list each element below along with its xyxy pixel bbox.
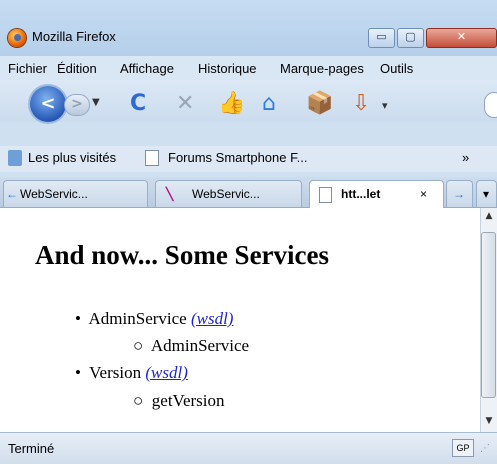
service-item: • AdminService (wsdl)	[75, 309, 233, 329]
home-icon[interactable]: ⌂	[262, 91, 276, 116]
tab-active[interactable]: htt...let ×	[309, 180, 444, 208]
method-item: ○ AdminService	[133, 336, 249, 356]
wsdl-link[interactable]: (wsdl)	[191, 309, 234, 328]
bookmarks-overflow-button[interactable]: »	[462, 150, 469, 165]
resize-grip-icon[interactable]: ⋰	[480, 443, 490, 454]
chevron-down-icon: ▾	[483, 187, 490, 201]
status-badge[interactable]: GP	[452, 439, 474, 457]
bullet-icon: •	[75, 309, 81, 328]
feather-icon: ╲	[166, 187, 174, 201]
tab-arrow-icon: ←	[6, 187, 18, 201]
download-icon[interactable]: 📦	[306, 91, 333, 116]
back-button[interactable]: <	[30, 86, 66, 122]
tab-scroll-right-button[interactable]: →	[446, 180, 473, 207]
minimize-icon: ▭	[376, 30, 387, 43]
service-name: AdminService	[88, 309, 187, 328]
menu-affichage[interactable]: Affichage	[120, 61, 174, 76]
bookmarks-toolbar: Les plus visités Forums Smartphone F... …	[0, 146, 497, 172]
tab-webservices-1[interactable]: ← WebServic...	[3, 180, 148, 207]
scrollbar-thumb[interactable]	[481, 232, 496, 398]
addon-dropdown-icon[interactable]: ▾	[382, 99, 388, 112]
firefox-icon	[8, 29, 26, 47]
bookmarks-icon	[8, 150, 22, 166]
status-text: Terminé	[8, 441, 55, 456]
tab-close-icon[interactable]: ×	[420, 187, 427, 201]
page-icon	[145, 150, 159, 166]
page-icon	[319, 187, 332, 203]
stop-icon[interactable]: ✕	[176, 91, 194, 116]
history-dropdown-icon[interactable]: ▼	[92, 97, 100, 108]
thumbs-up-icon[interactable]: 👍	[218, 91, 245, 116]
circle-bullet-icon: ○	[133, 391, 144, 410]
arrow-right-icon: →	[453, 187, 465, 201]
close-button[interactable]: ✕	[426, 28, 497, 48]
scroll-down-icon[interactable]: ▼	[481, 416, 497, 426]
bookmark-most-visited[interactable]: Les plus visités	[28, 150, 116, 165]
circle-bullet-icon: ○	[133, 336, 144, 355]
maximize-icon: ▢	[405, 30, 416, 43]
menu-bar: Fichier Édition Affichage Historique Mar…	[0, 56, 497, 80]
menu-marque-pages[interactable]: Marque-pages	[280, 61, 364, 76]
menu-outils[interactable]: Outils	[380, 61, 413, 76]
menu-edition[interactable]: Édition	[57, 61, 97, 76]
wsdl-link[interactable]: (wsdl)	[145, 363, 188, 382]
forward-button[interactable]: >	[64, 94, 90, 116]
page-heading: And now... Some Services	[35, 240, 330, 270]
page-content: And now... Some Services • AdminService …	[0, 208, 480, 432]
addon-icon[interactable]: ⇩	[352, 91, 370, 116]
close-icon: ✕	[456, 30, 467, 43]
scroll-up-icon[interactable]: ▲	[481, 211, 497, 221]
menu-fichier[interactable]: Fichier	[8, 61, 47, 76]
tab-list-button[interactable]: ▾	[476, 180, 497, 207]
minimize-button[interactable]: ▭	[368, 28, 395, 48]
back-arrow-icon: <	[40, 93, 56, 114]
tab-webservices-2[interactable]: ╲ WebServic...	[155, 180, 302, 207]
maximize-button[interactable]: ▢	[397, 28, 424, 48]
method-name: AdminService	[150, 336, 250, 355]
url-bar[interactable]	[484, 92, 497, 118]
service-name: Version	[89, 363, 142, 382]
method-name: getVersion	[151, 391, 225, 410]
browser-window: Mozilla Firefox ▭ ▢ ✕ Fichier Édition Af…	[0, 0, 497, 464]
bullet-icon: •	[75, 363, 81, 382]
status-bar: Terminé GP ⋰	[0, 432, 497, 464]
bookmark-forums[interactable]: Forums Smartphone F...	[168, 150, 307, 165]
forward-arrow-icon: >	[71, 96, 83, 112]
window-title: Mozilla Firefox	[32, 29, 116, 44]
menu-historique[interactable]: Historique	[198, 61, 257, 76]
tab-strip: ← WebServic... ╲ WebServic... htt...let …	[0, 177, 497, 208]
service-item: • Version (wsdl)	[75, 363, 188, 383]
reload-icon[interactable]: C	[130, 91, 146, 116]
method-item: ○ getVersion	[133, 391, 225, 411]
